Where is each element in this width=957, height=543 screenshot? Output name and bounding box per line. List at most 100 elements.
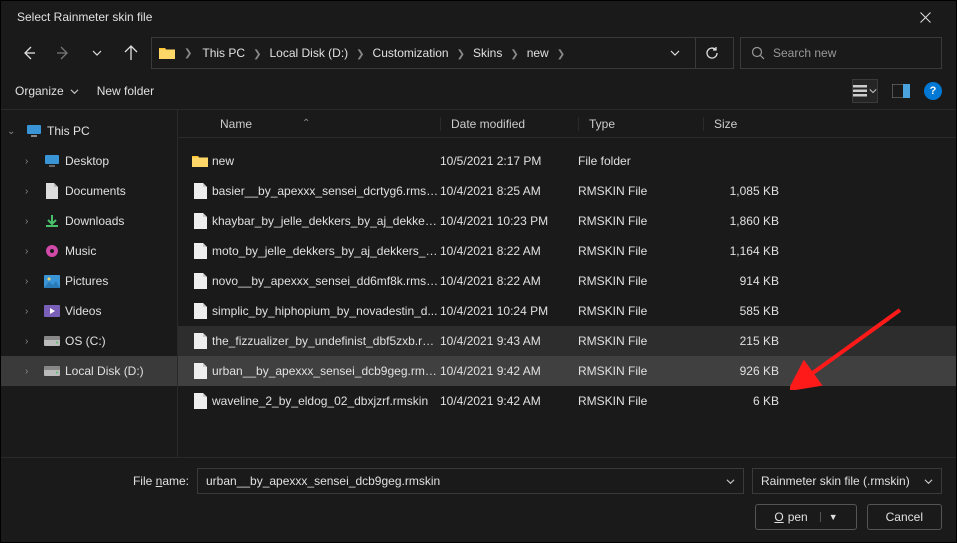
chevron-right-icon[interactable]: › (25, 306, 39, 317)
file-row[interactable]: simplic_by_hiphopium_by_novadestin_d...1… (178, 296, 956, 326)
file-type: RMSKIN File (578, 394, 703, 408)
file-row[interactable]: khaybar_by_jelle_dekkers_by_aj_dekkers_.… (178, 206, 956, 236)
chevron-down-icon (924, 477, 933, 486)
chevron-right-icon[interactable]: ❯ (247, 49, 267, 60)
titlebar: Select Rainmeter skin file (1, 1, 956, 33)
sidebar-item[interactable]: ›Videos (1, 296, 177, 326)
close-button[interactable] (903, 2, 948, 32)
chevron-right-icon[interactable]: › (25, 276, 39, 287)
file-date: 10/4/2021 9:42 AM (440, 364, 578, 378)
breadcrumb-dropdown[interactable] (661, 39, 689, 67)
file-row[interactable]: the_fizzualizer_by_undefinist_dbf5zxb.rm… (178, 326, 956, 356)
breadcrumb-segment[interactable]: Local Disk (D:) (267, 46, 350, 60)
filename-input[interactable]: urban__by_apexxx_sensei_dcb9geg.rmskin (197, 468, 744, 494)
sidebar-item[interactable]: ›Local Disk (D:) (1, 356, 177, 386)
chevron-down-icon (869, 87, 877, 95)
file-icon (178, 213, 212, 229)
dialog-footer: File name: urban__by_apexxx_sensei_dcb9g… (1, 457, 956, 542)
sidebar-item[interactable]: ›Downloads (1, 206, 177, 236)
file-name: moto_by_jelle_dekkers_by_aj_dekkers_de..… (212, 244, 440, 258)
column-headers[interactable]: Name⌃ Date modified Type Size (178, 110, 956, 138)
chevron-right-icon[interactable]: › (25, 216, 39, 227)
preview-icon (892, 84, 910, 98)
file-type: File folder (578, 154, 703, 168)
file-name: khaybar_by_jelle_dekkers_by_aj_dekkers_.… (212, 214, 440, 228)
file-icon (178, 183, 212, 199)
breadcrumb[interactable]: ❯ This PC❯Local Disk (D:)❯Customization❯… (151, 37, 734, 69)
breadcrumb-segment[interactable]: new (525, 46, 551, 60)
list-view-icon (853, 85, 867, 97)
file-row[interactable]: moto_by_jelle_dekkers_by_aj_dekkers_de..… (178, 236, 956, 266)
chevron-right-icon[interactable]: ❯ (451, 49, 471, 60)
sidebar-item[interactable]: ›Documents (1, 176, 177, 206)
cancel-button[interactable]: Cancel (867, 504, 942, 530)
refresh-icon (705, 46, 719, 60)
arrow-left-icon (21, 45, 37, 61)
view-mode-button[interactable] (852, 79, 878, 103)
open-button[interactable]: Open ▼ (755, 504, 856, 530)
file-size: 1,860 KB (703, 214, 807, 228)
chevron-down-icon[interactable] (726, 477, 735, 486)
tree-this-pc[interactable]: ⌄ This PC (1, 116, 177, 146)
chevron-right-icon[interactable]: › (25, 156, 39, 167)
file-date: 10/4/2021 9:42 AM (440, 394, 578, 408)
breadcrumb-segment[interactable]: This PC (200, 46, 247, 60)
file-row[interactable]: basier__by_apexxx_sensei_dcrtyg6.rmskin1… (178, 176, 956, 206)
up-button[interactable] (117, 39, 145, 67)
sidebar-item[interactable]: ›Desktop (1, 146, 177, 176)
file-date: 10/4/2021 8:22 AM (440, 274, 578, 288)
chevron-right-icon[interactable]: › (25, 336, 39, 347)
file-row[interactable]: novo__by_apexxx_sensei_dd6mf8k.rmskin10/… (178, 266, 956, 296)
sort-indicator-icon: ⌃ (302, 118, 310, 129)
file-type: RMSKIN File (578, 214, 703, 228)
file-size: 1,164 KB (703, 244, 807, 258)
close-icon (920, 12, 931, 23)
search-input[interactable]: Search new (740, 37, 942, 69)
downloads-icon (43, 212, 61, 230)
column-name[interactable]: Name⌃ (178, 117, 440, 131)
help-button[interactable]: ? (924, 82, 942, 100)
file-row[interactable]: new10/5/2021 2:17 PMFile folder (178, 146, 956, 176)
chevron-right-icon[interactable]: › (25, 366, 39, 377)
file-date: 10/4/2021 10:23 PM (440, 214, 578, 228)
file-date: 10/4/2021 8:25 AM (440, 184, 578, 198)
back-button[interactable] (15, 39, 43, 67)
file-date: 10/4/2021 10:24 PM (440, 304, 578, 318)
new-folder-button[interactable]: New folder (97, 84, 154, 98)
file-icon (178, 303, 212, 319)
chevron-right-icon[interactable]: › (25, 246, 39, 257)
organize-button[interactable]: Organize (15, 84, 79, 98)
open-split-dropdown[interactable]: ▼ (820, 512, 838, 522)
file-type-filter[interactable]: Rainmeter skin file (.rmskin) (752, 468, 942, 494)
chevron-right-icon[interactable]: ❯ (178, 48, 198, 59)
column-size[interactable]: Size (703, 117, 807, 131)
refresh-button[interactable] (695, 37, 727, 69)
breadcrumb-segment[interactable]: Customization (371, 46, 451, 60)
music-icon (43, 242, 61, 260)
sidebar-item[interactable]: ›OS (C:) (1, 326, 177, 356)
toolbar: Organize New folder ? (1, 73, 956, 109)
file-size: 6 KB (703, 394, 807, 408)
preview-pane-button[interactable] (888, 79, 914, 103)
column-date[interactable]: Date modified (440, 117, 578, 131)
chevron-down-icon (670, 48, 680, 58)
recent-button[interactable] (83, 39, 111, 67)
chevron-right-icon[interactable]: ❯ (551, 49, 571, 60)
folder-icon (178, 154, 212, 168)
column-type[interactable]: Type (578, 117, 703, 131)
sidebar-item[interactable]: ›Pictures (1, 266, 177, 296)
file-size: 1,085 KB (703, 184, 807, 198)
sidebar-item[interactable]: ›Music (1, 236, 177, 266)
file-row[interactable]: urban__by_apexxx_sensei_dcb9geg.rmskin10… (178, 356, 956, 386)
file-type: RMSKIN File (578, 304, 703, 318)
file-type: RMSKIN File (578, 364, 703, 378)
chevron-right-icon[interactable]: ❯ (504, 49, 524, 60)
forward-button[interactable] (49, 39, 77, 67)
search-placeholder: Search new (773, 46, 836, 60)
breadcrumb-segment[interactable]: Skins (471, 46, 504, 60)
file-icon (178, 243, 212, 259)
file-row[interactable]: waveline_2_by_eldog_02_dbxjzrf.rmskin10/… (178, 386, 956, 416)
chevron-right-icon[interactable]: ❯ (350, 49, 370, 60)
chevron-down-icon[interactable]: ⌄ (7, 126, 21, 137)
chevron-right-icon[interactable]: › (25, 186, 39, 197)
